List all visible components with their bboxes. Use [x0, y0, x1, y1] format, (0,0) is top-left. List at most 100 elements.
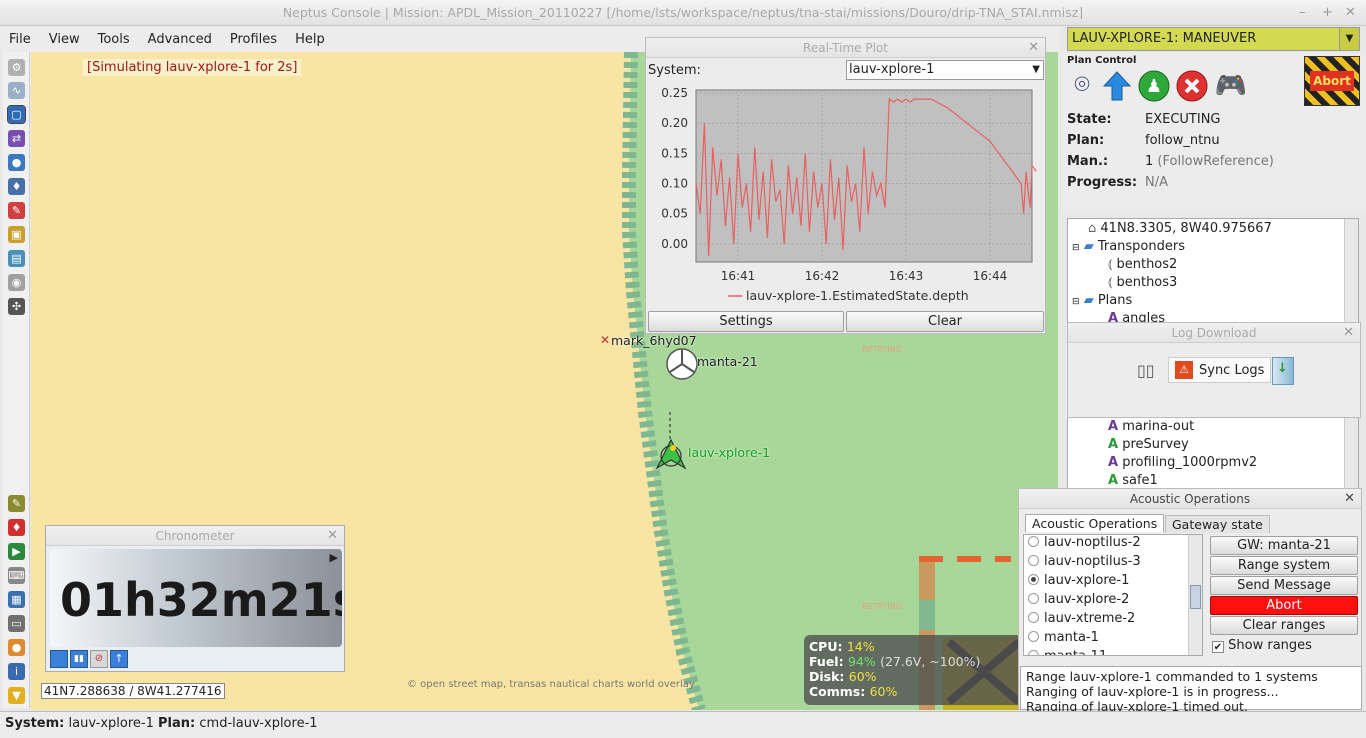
close-icon[interactable]: ✕ [1345, 0, 1356, 26]
info-icon[interactable]: i [8, 663, 25, 680]
tree-transponder[interactable]: ⦅ benthos3 [1108, 275, 1177, 290]
list-item[interactable]: lauv-noptilus-2 [1028, 535, 1141, 550]
list-item[interactable]: lauv-noptilus-3 [1028, 554, 1141, 569]
close-icon[interactable]: ✕ [1343, 323, 1354, 343]
radio-icon[interactable] [1028, 593, 1039, 604]
tree-transponder[interactable]: ⦅ benthos2 [1108, 257, 1177, 272]
list-item[interactable]: manta-1 [1028, 630, 1099, 645]
vehicle-icon-lauv-xplore-1[interactable] [655, 438, 687, 474]
pin-icon[interactable]: ● [8, 639, 25, 656]
tree-plan[interactable]: A preSurvey [1108, 437, 1189, 452]
printer-icon[interactable]: ▭ [8, 615, 25, 632]
book-icon[interactable]: ▯▯ [1137, 361, 1155, 380]
log-line: Range lauv-xplore-1 commanded to 1 syste… [1026, 669, 1318, 684]
list-item[interactable]: lauv-xtreme-2 [1028, 611, 1135, 626]
globe-icon[interactable]: ● [8, 154, 25, 171]
close-icon[interactable]: ✕ [327, 526, 338, 546]
show-ranges-checkbox[interactable]: ✔ Show ranges [1212, 638, 1312, 653]
reset-icon[interactable]: ⊘ [90, 650, 108, 668]
close-icon[interactable]: ✕ [1344, 489, 1355, 509]
tree-transponders[interactable]: ⊟ ▰ Transponders [1072, 239, 1185, 254]
acoustic-operations-panel: Acoustic Operations ✕ Acoustic Operations… [1018, 488, 1362, 714]
acoustic-abort-button[interactable]: Abort [1210, 596, 1358, 615]
vehicle-selector[interactable]: LAUV-XPLORE-1: MANEUVER ▼ [1067, 27, 1360, 51]
bucket-icon[interactable]: ▼ [8, 687, 25, 704]
tree-plan[interactable]: A safe1 [1108, 473, 1158, 488]
ruler-icon[interactable]: ∿ [8, 82, 25, 99]
stop-icon[interactable] [50, 650, 68, 668]
eye-icon[interactable]: ◉ [8, 274, 25, 291]
close-icon[interactable]: ✕ [1028, 38, 1039, 58]
range-system-button[interactable]: Range system [1210, 556, 1358, 575]
chevron-down-icon[interactable]: ▼ [1032, 61, 1040, 79]
chronometer-display: 01h32m21s ▶ [50, 549, 342, 647]
gateway-button[interactable]: GW: manta-21 [1210, 536, 1358, 555]
keyboard-icon[interactable]: ⌨ [8, 567, 25, 584]
menu-profiles[interactable]: Profiles [221, 32, 286, 47]
vehicle-status-overlay: CPU: 14% Fuel: 94% (27.6V, ~100%) Disk: … [804, 635, 1044, 705]
radio-icon[interactable] [1028, 574, 1039, 585]
list-item-label: lauv-xplore-2 [1044, 592, 1130, 607]
marker-x-icon[interactable]: ✕ [600, 333, 610, 347]
map-layers-icon[interactable]: ▤ [8, 250, 25, 267]
maximize-icon[interactable]: + [1322, 0, 1333, 26]
plan-value: follow_ntnu [1145, 133, 1220, 148]
lock-icon[interactable]: ▣ [8, 226, 25, 243]
menu-help[interactable]: Help [286, 32, 334, 47]
draw-icon[interactable]: ✎ [8, 202, 25, 219]
menu-view[interactable]: View [40, 32, 89, 47]
gamepad-icon[interactable]: 🎮 [1214, 71, 1248, 101]
chevron-down-icon[interactable]: ▼ [1339, 28, 1359, 50]
radio-icon[interactable] [1028, 536, 1039, 547]
antenna-icon[interactable]: ⌾ [1068, 70, 1096, 100]
plot-clear-button[interactable]: Clear [846, 311, 1044, 332]
download-icon[interactable]: ↓ [1272, 357, 1294, 385]
tree-home-label: 41N8.3305, 8W40.975667 [1100, 221, 1272, 236]
menu-advanced[interactable]: Advanced [139, 32, 221, 47]
checkbox-icon[interactable]: ✔ [1212, 641, 1224, 653]
tree-plan[interactable]: A profiling_1000rpmv2 [1108, 455, 1257, 470]
sheet-icon[interactable]: ▦ [8, 591, 25, 608]
tree-item-label: benthos2 [1116, 257, 1178, 272]
pause-icon[interactable]: ▮▮ [70, 650, 88, 668]
list-item[interactable]: lauv-xplore-1 [1028, 573, 1129, 588]
compass-icon[interactable]: ✣ [8, 298, 25, 315]
manta-gateway-icon[interactable] [665, 347, 699, 381]
sync-logs-button[interactable]: ⚠ Sync Logs [1168, 357, 1272, 383]
list-item[interactable]: manta-11 [1028, 649, 1107, 655]
route-icon[interactable]: ⇄ [8, 130, 25, 147]
marker-icon[interactable]: ♦ [8, 519, 25, 536]
gear-icon[interactable]: ⚙ [8, 59, 25, 76]
radio-icon[interactable] [1028, 612, 1039, 623]
tab-gateway-state[interactable]: Gateway state [1165, 515, 1270, 533]
system-select[interactable]: lauv-xplore-1 ▼ [846, 60, 1044, 80]
collapse-icon[interactable]: ⊟ [1072, 243, 1080, 253]
pencil-icon[interactable]: ✎ [8, 495, 25, 512]
radio-icon[interactable] [1028, 650, 1039, 655]
tree-plans[interactable]: ⊟ ▰ Plans [1072, 293, 1132, 308]
tree-plan[interactable]: A marina-out [1108, 419, 1194, 434]
send-message-button[interactable]: Send Message [1210, 576, 1358, 595]
start-plan-icon[interactable]: ♟ [1138, 70, 1170, 102]
abort-button[interactable]: Abort [1304, 56, 1360, 106]
plot-settings-button[interactable]: Settings [648, 311, 844, 332]
list-scrollbar[interactable] [1188, 535, 1202, 655]
play-icon[interactable]: ▶ [330, 551, 338, 564]
menu-tools[interactable]: Tools [89, 32, 139, 47]
marker-label[interactable]: mark_6hyd07 [611, 333, 697, 348]
collapse-icon[interactable]: ⊟ [1072, 297, 1080, 307]
tab-acoustic-operations[interactable]: Acoustic Operations [1025, 514, 1165, 532]
tree-home[interactable]: ⌂ 41N8.3305, 8W40.975667 [1088, 221, 1272, 236]
upload-arrow-icon[interactable] [1102, 70, 1132, 102]
radio-icon[interactable] [1028, 555, 1039, 566]
up-arrow-icon[interactable]: ↑ [110, 650, 128, 668]
stop-plan-icon[interactable] [1176, 70, 1208, 102]
play-icon[interactable]: ▶ [8, 543, 25, 560]
vehicle-icon[interactable]: ♦ [8, 178, 25, 195]
list-item[interactable]: lauv-xplore-2 [1028, 592, 1129, 607]
radio-icon[interactable] [1028, 631, 1039, 642]
select-icon[interactable]: ▢ [7, 105, 26, 124]
menu-file[interactable]: File [0, 32, 40, 47]
minimize-icon[interactable]: – [1299, 0, 1306, 26]
clear-ranges-button[interactable]: Clear ranges [1210, 616, 1358, 635]
